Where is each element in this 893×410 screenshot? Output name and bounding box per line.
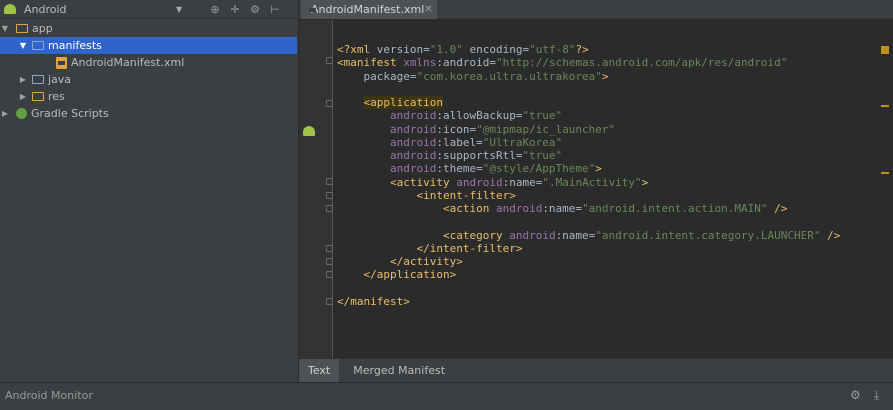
chevron-down-icon[interactable]: ▼ bbox=[176, 5, 182, 14]
gear-icon[interactable]: ⚙ bbox=[850, 388, 861, 402]
res-folder-icon bbox=[32, 92, 44, 101]
android-icon bbox=[303, 126, 315, 136]
code-line[interactable] bbox=[337, 215, 840, 228]
fold-marker-icon[interactable] bbox=[326, 178, 333, 185]
code-line[interactable]: <?xml version="1.0" encoding="utf-8"?> bbox=[337, 43, 840, 56]
expand-arrow-icon[interactable]: ▼ bbox=[18, 41, 28, 50]
project-panel-header: Android ▼ ⊕ ✛ ⚙ ⊢ bbox=[0, 0, 298, 19]
fold-marker-icon[interactable] bbox=[326, 271, 333, 278]
fold-marker-icon[interactable] bbox=[326, 100, 333, 107]
tree-item-gradle-scripts[interactable]: ▶ Gradle Scripts bbox=[0, 105, 297, 122]
folder-icon bbox=[32, 75, 44, 84]
project-panel: Android ▼ ⊕ ✛ ⚙ ⊢ ▼ app ▼ manifests Andr… bbox=[0, 0, 299, 382]
code-line[interactable]: </activity> bbox=[337, 255, 840, 268]
android-monitor-bar: Android Monitor ⚙ ⤓ bbox=[0, 382, 893, 410]
tree-item-res[interactable]: ▶ res bbox=[0, 88, 297, 105]
tab-androidmanifest[interactable]: AndroidManifest.xml ✕ bbox=[301, 0, 437, 19]
code-line[interactable]: <application bbox=[337, 96, 840, 109]
tab-text[interactable]: Text bbox=[299, 359, 340, 382]
fold-marker-icon[interactable] bbox=[326, 192, 333, 199]
code-line[interactable]: package="com.korea.ultra.ultrakorea"> bbox=[337, 70, 840, 83]
download-icon[interactable]: ⤓ bbox=[874, 388, 879, 403]
tree-item-label: Gradle Scripts bbox=[31, 107, 109, 120]
code-line[interactable]: android:theme="@style/AppTheme"> bbox=[337, 162, 840, 175]
code-line[interactable]: <action android:name="android.intent.act… bbox=[337, 202, 840, 215]
fold-marker-icon[interactable] bbox=[326, 298, 333, 305]
tree-item-app[interactable]: ▼ app bbox=[0, 20, 297, 37]
code-line[interactable]: </manifest> bbox=[337, 295, 840, 308]
expand-arrow-icon[interactable]: ▶ bbox=[0, 109, 10, 118]
fold-marker-icon[interactable] bbox=[326, 258, 333, 265]
editor-bottom-tabs: Text Merged Manifest bbox=[299, 358, 893, 382]
code-line[interactable]: <category android:name="android.intent.c… bbox=[337, 229, 840, 242]
code-line[interactable] bbox=[337, 83, 840, 96]
editor-tab-bar: AndroidManifest.xml ✕ bbox=[299, 0, 893, 19]
tree-item-label: manifests bbox=[48, 39, 102, 52]
warning-stripe[interactable] bbox=[881, 105, 889, 107]
expand-arrow-icon[interactable]: ▶ bbox=[18, 75, 28, 84]
tab-label: AndroidManifest.xml bbox=[311, 3, 425, 16]
tab-merged-manifest[interactable]: Merged Manifest bbox=[344, 359, 454, 382]
tree-item-label: AndroidManifest.xml bbox=[71, 56, 185, 69]
gradle-icon bbox=[16, 108, 27, 119]
code-line[interactable]: android:icon="@mipmap/ic_launcher" bbox=[337, 123, 840, 136]
fold-marker-icon[interactable] bbox=[326, 205, 333, 212]
editor-gutter bbox=[299, 20, 333, 358]
android-monitor-label[interactable]: Android Monitor bbox=[5, 389, 93, 402]
code-content[interactable]: <?xml version="1.0" encoding="utf-8"?> <m… bbox=[337, 43, 840, 308]
code-line[interactable] bbox=[337, 282, 840, 295]
warning-indicator[interactable] bbox=[881, 46, 889, 54]
tree-item-label: app bbox=[32, 22, 53, 35]
tree-item-label: res bbox=[48, 90, 65, 103]
expand-arrow-icon[interactable]: ▶ bbox=[18, 92, 28, 101]
xml-file-icon bbox=[56, 56, 67, 69]
folder-icon bbox=[32, 41, 44, 50]
tree-item-manifests[interactable]: ▼ manifests bbox=[0, 37, 297, 54]
project-view-selector[interactable]: Android bbox=[24, 3, 67, 16]
code-line[interactable]: android:label="UltraKorea" bbox=[337, 136, 840, 149]
android-icon bbox=[4, 4, 16, 14]
module-folder-icon bbox=[16, 24, 28, 33]
code-editor[interactable]: <?xml version="1.0" encoding="utf-8"?> <m… bbox=[299, 20, 893, 358]
collapse-all-icon[interactable]: ⊕ bbox=[208, 2, 222, 16]
hide-icon[interactable]: ⊢ bbox=[268, 2, 282, 16]
expand-arrow-icon[interactable]: ▼ bbox=[0, 24, 10, 33]
tree-item-label: java bbox=[48, 73, 72, 86]
code-line[interactable]: android:allowBackup="true" bbox=[337, 109, 840, 122]
code-line[interactable]: <intent-filter> bbox=[337, 189, 840, 202]
warning-stripe[interactable] bbox=[881, 172, 889, 174]
close-icon[interactable]: ✕ bbox=[424, 4, 432, 15]
fold-marker-icon[interactable] bbox=[326, 57, 333, 64]
tree-item-java[interactable]: ▶ java bbox=[0, 71, 297, 88]
fold-marker-icon[interactable] bbox=[326, 245, 333, 252]
tree-item-androidmanifest[interactable]: AndroidManifest.xml bbox=[0, 54, 297, 71]
code-line[interactable]: </intent-filter> bbox=[337, 242, 840, 255]
code-line[interactable]: </application> bbox=[337, 268, 840, 281]
scroll-from-source-icon[interactable]: ✛ bbox=[228, 2, 242, 16]
code-line[interactable]: <manifest xmlns:android="http://schemas.… bbox=[337, 56, 840, 69]
code-line[interactable]: <activity android:name=".MainActivity"> bbox=[337, 176, 840, 189]
gear-icon[interactable]: ⚙ bbox=[248, 2, 262, 16]
code-line[interactable]: android:supportsRtl="true" bbox=[337, 149, 840, 162]
